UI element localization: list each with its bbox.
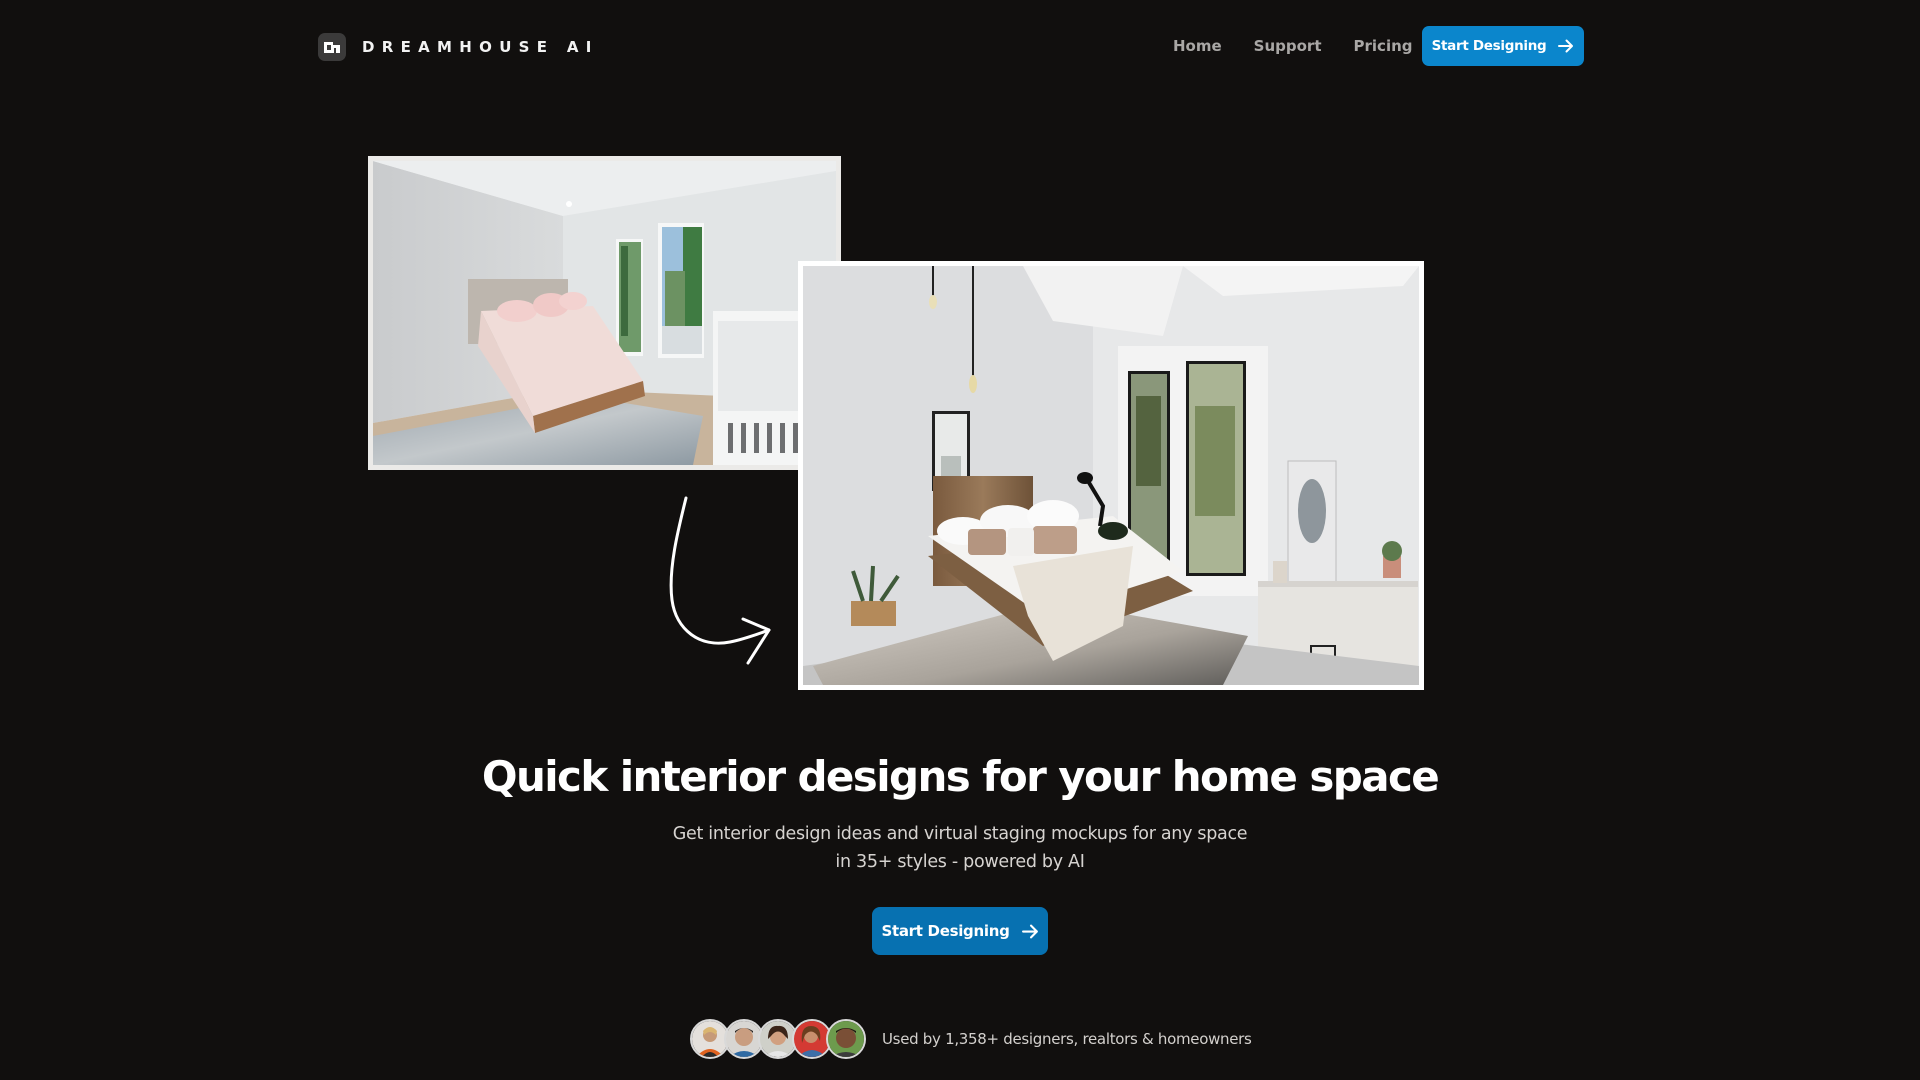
user-avatars bbox=[690, 1019, 866, 1059]
curved-arrow-icon bbox=[669, 496, 771, 665]
nav-link-home[interactable]: Home bbox=[1173, 37, 1222, 55]
hero-subtitle: Get interior design ideas and virtual st… bbox=[660, 820, 1260, 876]
hero-headline: Quick interior designs for your home spa… bbox=[481, 752, 1440, 801]
nav-link-support[interactable]: Support bbox=[1254, 37, 1322, 55]
arrow-right-icon bbox=[1558, 39, 1574, 53]
social-proof-text: Used by 1,358+ designers, realtors & hom… bbox=[882, 1030, 1252, 1048]
house-door-icon bbox=[318, 33, 346, 61]
header-start-designing-button[interactable]: Start Designing bbox=[1422, 26, 1584, 66]
button-label: Start Designing bbox=[881, 922, 1010, 940]
staged-bedroom-illustration bbox=[803, 266, 1419, 685]
hero-subtitle-line-1: Get interior design ideas and virtual st… bbox=[672, 824, 1248, 844]
button-label: Start Designing bbox=[1431, 38, 1547, 54]
arrow-right-icon bbox=[1021, 924, 1038, 938]
brand-logo[interactable]: DREAMHOUSE AI bbox=[318, 33, 599, 61]
before-room-image bbox=[368, 156, 841, 470]
nav-link-pricing[interactable]: Pricing bbox=[1354, 37, 1413, 55]
empty-bedroom-illustration bbox=[373, 161, 836, 465]
social-proof: Used by 1,358+ designers, realtors & hom… bbox=[690, 1019, 1252, 1059]
after-room-image bbox=[798, 261, 1424, 690]
hero-start-designing-button[interactable]: Start Designing bbox=[872, 907, 1048, 955]
avatar bbox=[826, 1019, 866, 1059]
hero-subtitle-line-2: in 35+ styles - powered by AI bbox=[835, 852, 1085, 872]
main-nav: Home Support Pricing bbox=[1160, 26, 1432, 66]
brand-name: DREAMHOUSE AI bbox=[362, 38, 599, 56]
